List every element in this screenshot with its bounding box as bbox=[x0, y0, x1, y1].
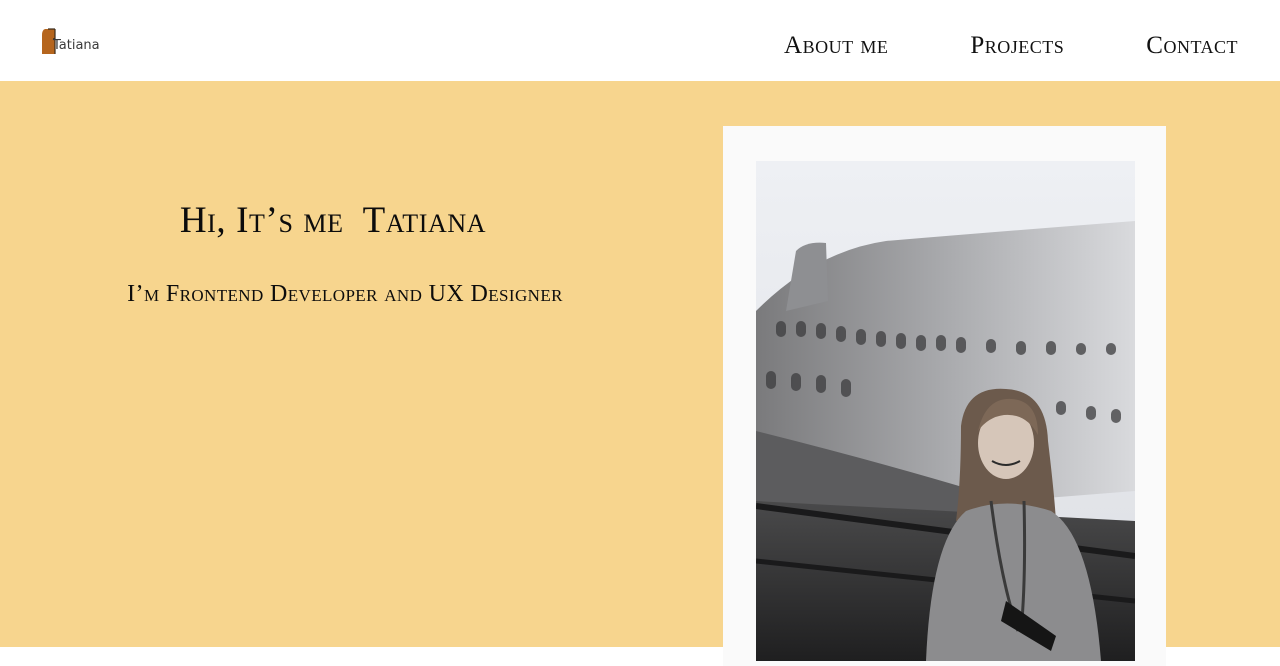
logo-link[interactable]: Tatiana bbox=[40, 27, 110, 57]
logo-text: Tatiana bbox=[53, 38, 100, 53]
nav-link-about-me[interactable]: About me bbox=[784, 29, 888, 63]
portrait-photo bbox=[756, 161, 1135, 661]
hero-title: Hi, It’s me Tatiana bbox=[179, 200, 487, 241]
site-header: Tatiana About me Projects Contact bbox=[0, 0, 1280, 81]
portrait-photo-image bbox=[756, 161, 1135, 661]
nav-link-projects[interactable]: Projects bbox=[970, 29, 1064, 63]
main-nav: About me Projects Contact bbox=[784, 29, 1238, 63]
hero-subtitle: I’m Frontend Developer and UX Designer bbox=[127, 281, 563, 307]
photo-frame bbox=[723, 126, 1166, 666]
nav-link-contact[interactable]: Contact bbox=[1146, 29, 1238, 63]
hero-section: Hi, It’s me Tatiana I’m Frontend Develop… bbox=[0, 81, 1280, 666]
